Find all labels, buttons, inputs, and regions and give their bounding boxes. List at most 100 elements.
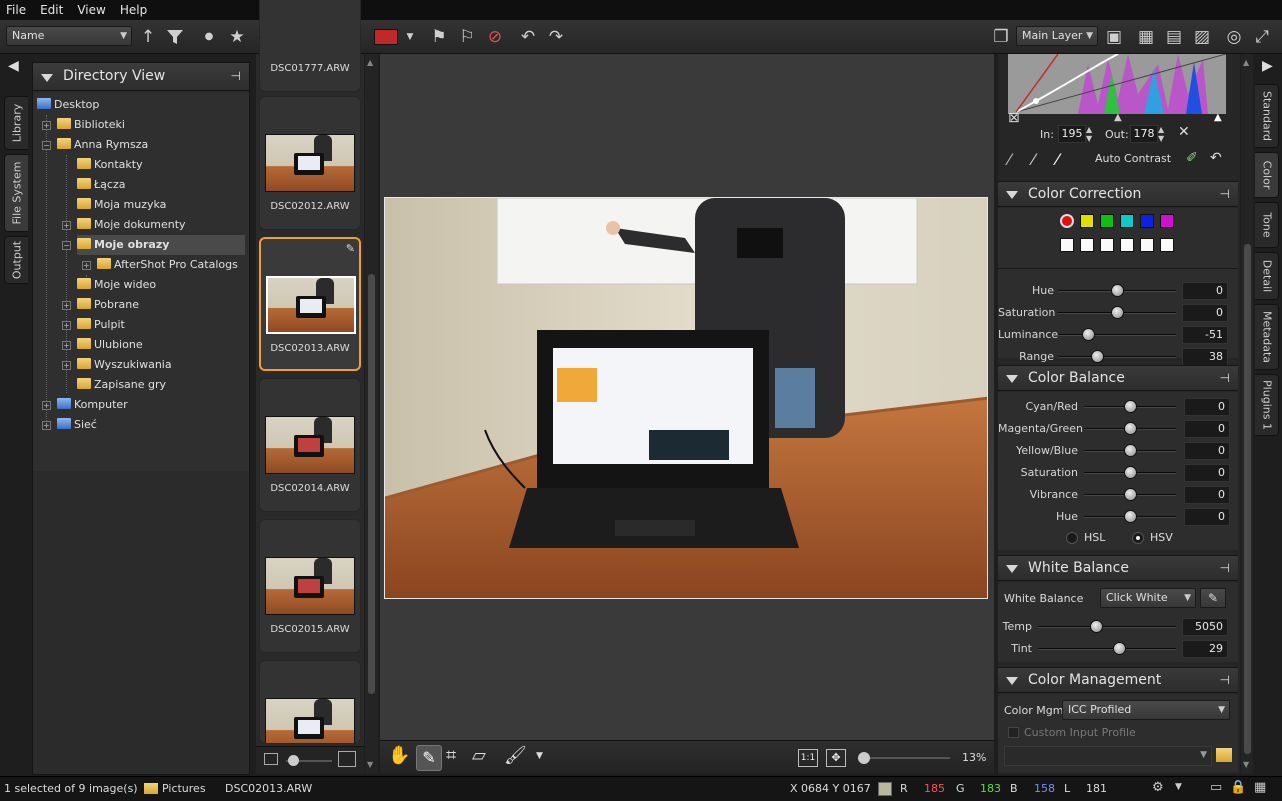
- brush-tool-icon[interactable]: 🖌: [504, 745, 527, 766]
- tree-item-moja-muzyka[interactable]: Moja muzyka: [77, 195, 166, 215]
- expand-icon[interactable]: +: [62, 301, 71, 310]
- expand-icon[interactable]: +: [42, 121, 51, 130]
- curve-handle-mid-icon[interactable]: ▲: [1114, 112, 1122, 123]
- color-balance-slider-knob[interactable]: [1124, 510, 1137, 523]
- color-correction-value-field[interactable]: 0: [1182, 304, 1228, 322]
- pin-icon[interactable]: ⊣: [1220, 371, 1230, 385]
- expand-icon[interactable]: +: [42, 421, 51, 430]
- curve-in-field[interactable]: 195: [1058, 125, 1086, 143]
- thumb-size-knob[interactable]: [288, 755, 299, 766]
- color-balance-value-field[interactable]: 0: [1184, 442, 1230, 460]
- split-view-icon[interactable]: ▤: [1162, 24, 1186, 50]
- color-balance-value-field[interactable]: 0: [1184, 464, 1230, 482]
- lock-icon[interactable]: 🔒: [1230, 780, 1246, 795]
- tools-chevron-down-icon[interactable]: ▼: [536, 751, 543, 761]
- filmstrip-scrollbar[interactable]: ▲ ▼: [365, 54, 378, 774]
- color-swatch-0[interactable]: [1060, 214, 1074, 228]
- large-thumb-icon[interactable]: [338, 751, 356, 767]
- tab-detail[interactable]: Detail: [1255, 252, 1279, 300]
- expand-icon[interactable]: +: [42, 401, 51, 410]
- color-swatch-1[interactable]: [1080, 214, 1094, 228]
- tree-item-komputer[interactable]: Komputer: [57, 395, 128, 415]
- tint-value-field[interactable]: 29: [1182, 640, 1228, 658]
- pin-icon[interactable]: ⊣: [231, 69, 241, 83]
- eyedropper-tool-icon[interactable]: ✎: [416, 745, 442, 771]
- layer-dropdown[interactable]: Main Layer ▼: [1016, 26, 1098, 46]
- undo-curve-icon[interactable]: ↶: [1210, 150, 1222, 166]
- color-mgmt-dropdown[interactable]: ICC Profiled ▼: [1062, 700, 1230, 720]
- tab-file-system[interactable]: File System: [4, 154, 28, 232]
- white-balance-mode-dropdown[interactable]: Click White ▼: [1100, 588, 1196, 608]
- expand-icon[interactable]: +: [62, 341, 71, 350]
- color-correction-slider-knob[interactable]: [1111, 284, 1124, 297]
- expand-icon[interactable]: +: [62, 221, 71, 230]
- tree-item-moje-obrazy[interactable]: Moje obrazy: [77, 235, 245, 255]
- color-balance-slider-knob[interactable]: [1124, 444, 1137, 457]
- thumbnail-card[interactable]: DSC01777.ARW: [259, 0, 361, 92]
- scrollbar-thumb[interactable]: [1244, 244, 1251, 754]
- status-chevron-down-icon[interactable]: ▼: [1175, 782, 1182, 792]
- tree-item-siec[interactable]: Sieć: [57, 415, 97, 435]
- collapse-triangle-icon[interactable]: [1006, 565, 1018, 573]
- expand-icon[interactable]: +: [62, 321, 71, 330]
- slideshow-icon[interactable]: ▣: [1102, 24, 1126, 50]
- zoom-slider[interactable]: [864, 757, 950, 759]
- white-balance-picker-icon[interactable]: ✎: [1200, 588, 1226, 608]
- color-correction-value-field[interactable]: 0: [1182, 282, 1228, 300]
- color-correction-slider-knob[interactable]: [1111, 306, 1124, 319]
- hsv-radio[interactable]: [1132, 532, 1144, 544]
- flag-reject-icon[interactable]: ⚐: [456, 24, 478, 50]
- color-swatch-4[interactable]: [1140, 214, 1154, 228]
- current-folder[interactable]: Pictures: [162, 782, 206, 795]
- star-1-icon[interactable]: ★: [226, 24, 248, 50]
- color-balance-header[interactable]: Color Balance ⊣: [998, 365, 1238, 391]
- thumbnail-card[interactable]: [259, 660, 361, 744]
- single-view-icon[interactable]: ▨: [1190, 24, 1214, 50]
- target-swatch-5[interactable]: [1160, 238, 1174, 252]
- small-thumb-icon[interactable]: [264, 753, 278, 765]
- tab-standard[interactable]: Standard: [1255, 84, 1279, 148]
- color-correction-slider[interactable]: [1058, 356, 1176, 358]
- color-balance-slider-knob[interactable]: [1124, 422, 1137, 435]
- tree-item-wyszukiwania[interactable]: Wyszukiwania: [77, 355, 172, 375]
- sort-ascending-icon[interactable]: ↑: [140, 24, 156, 50]
- collapse-triangle-icon[interactable]: [1006, 375, 1018, 383]
- custom-input-profile-checkbox[interactable]: [1008, 727, 1019, 738]
- tab-plugins[interactable]: Plugins 1: [1255, 374, 1279, 436]
- auto-contrast-wand-icon[interactable]: ✐: [1186, 150, 1198, 166]
- target-swatch-3[interactable]: [1120, 238, 1134, 252]
- tab-output[interactable]: Output: [4, 236, 28, 284]
- thumbnail-card[interactable]: DSC02015.ARW: [259, 519, 361, 653]
- grid-icon[interactable]: ▦: [1254, 780, 1266, 795]
- tab-color[interactable]: Color: [1255, 152, 1279, 198]
- no-rating-dot-icon[interactable]: ●: [202, 24, 216, 50]
- tree-item-lacza[interactable]: Łącza: [77, 175, 126, 195]
- status-tools-icon[interactable]: ⚙: [1152, 780, 1164, 795]
- menu-edit[interactable]: Edit: [40, 3, 63, 17]
- scrollbar-thumb[interactable]: [368, 274, 375, 694]
- color-management-header[interactable]: Color Management ⊣: [998, 667, 1238, 693]
- tree-item-kontakty[interactable]: Kontakty: [77, 155, 143, 175]
- tree-item-desktop[interactable]: Desktop: [37, 95, 99, 115]
- tab-tone[interactable]: Tone: [1255, 202, 1279, 248]
- color-balance-slider-knob[interactable]: [1124, 400, 1137, 413]
- tab-library[interactable]: Library: [4, 96, 28, 150]
- white-point-dropper-icon[interactable]: ⁄: [1056, 150, 1059, 169]
- black-point-dropper-icon[interactable]: ⁄: [1008, 150, 1011, 169]
- rotate-right-icon[interactable]: ↷: [544, 24, 568, 50]
- collapse-triangle-icon[interactable]: [1006, 191, 1018, 199]
- collapse-left-icon[interactable]: ◀: [8, 58, 24, 78]
- hand-tool-icon[interactable]: ✋: [388, 745, 410, 766]
- color-correction-slider-knob[interactable]: [1081, 328, 1095, 341]
- thumbnail-card[interactable]: DSC02012.ARW: [259, 96, 361, 230]
- color-balance-value-field[interactable]: 0: [1184, 420, 1230, 438]
- target-swatch-4[interactable]: [1140, 238, 1154, 252]
- tree-item-aftershot-catalogs[interactable]: AfterShot Pro Catalogs: [97, 255, 238, 275]
- curve-handle-right-icon[interactable]: ▲: [1214, 112, 1222, 123]
- curve-reset-close-icon[interactable]: ✕: [1178, 124, 1190, 140]
- color-swatch-2[interactable]: [1100, 214, 1114, 228]
- collapse-triangle-icon[interactable]: [1006, 677, 1018, 685]
- color-correction-header[interactable]: Color Correction ⊣: [998, 181, 1238, 207]
- tree-item-pobrane[interactable]: Pobrane: [77, 295, 139, 315]
- expand-icon[interactable]: +: [82, 261, 91, 270]
